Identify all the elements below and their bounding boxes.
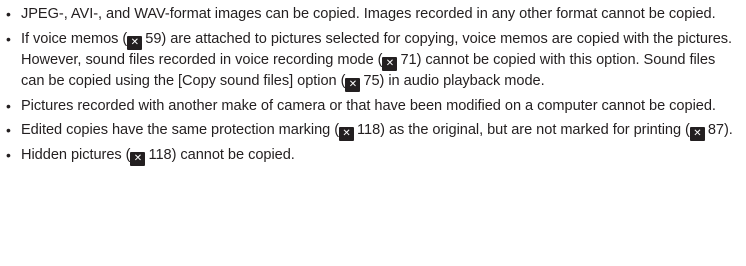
bullet-text: Pictures recorded with another make of c… — [21, 98, 716, 114]
list-item: • If voice memos (✕ 59) are attached to pi… — [5, 29, 737, 92]
bullet-text: JPEG-, AVI-, and WAV-format images can b… — [21, 6, 716, 22]
list-item: • Pictures recorded with another make of … — [5, 96, 737, 117]
list-item: • JPEG-, AVI-, and WAV-format images can … — [5, 4, 737, 25]
text-segment: If voice memos ( — [21, 30, 128, 47]
list-item: • Hidden pictures (✕ 118) cannot be copied… — [5, 145, 737, 166]
page-reference-icon: ✕ — [689, 127, 705, 141]
text-segment: ). — [724, 122, 733, 138]
page-reference-icon: ✕ — [345, 77, 361, 92]
page-reference-icon: ✕ — [130, 152, 146, 166]
text-segment: ) cannot be copied. — [171, 147, 295, 163]
page-reference-number: 118 — [357, 122, 381, 138]
page-reference-number: 71 — [400, 51, 417, 68]
bullet-text: If voice memos (✕ 59) are attached to pic… — [21, 30, 732, 92]
bullet-dot: • — [6, 97, 11, 114]
page-reference-icon: ✕ — [339, 127, 355, 141]
text-segment: ) in audio playback mode. — [379, 72, 545, 89]
list-item: • Edited copies have the same protection … — [5, 120, 737, 141]
bullet-dot: • — [6, 147, 11, 163]
copy-notes-list: • JPEG-, AVI-, and WAV-format images can … — [5, 4, 737, 170]
text-segment: Pictures recorded with another make of c… — [21, 97, 716, 114]
bullet-text: Edited copies have the same protection m… — [21, 122, 733, 141]
page-reference-number: 118 — [148, 147, 172, 163]
text-segment: Edited copies have the same protection m… — [21, 122, 340, 138]
bullet-text: Hidden pictures (✕ 118) cannot be copied. — [21, 147, 295, 166]
page-reference-number: 59 — [145, 30, 162, 47]
page-reference-icon: ✕ — [382, 56, 398, 71]
bullet-dot: • — [6, 30, 11, 47]
page-reference-number: 87 — [707, 122, 724, 138]
text-segment: Hidden pictures ( — [21, 147, 131, 163]
text-segment: JPEG-, AVI-, and WAV-format images can b… — [21, 6, 716, 22]
bullet-dot: • — [6, 122, 11, 138]
bullet-dot: • — [6, 6, 11, 22]
page-reference-icon: ✕ — [127, 35, 143, 50]
text-segment: ) as the original, but are not marked fo… — [380, 122, 690, 138]
page-reference-number: 75 — [363, 72, 380, 89]
